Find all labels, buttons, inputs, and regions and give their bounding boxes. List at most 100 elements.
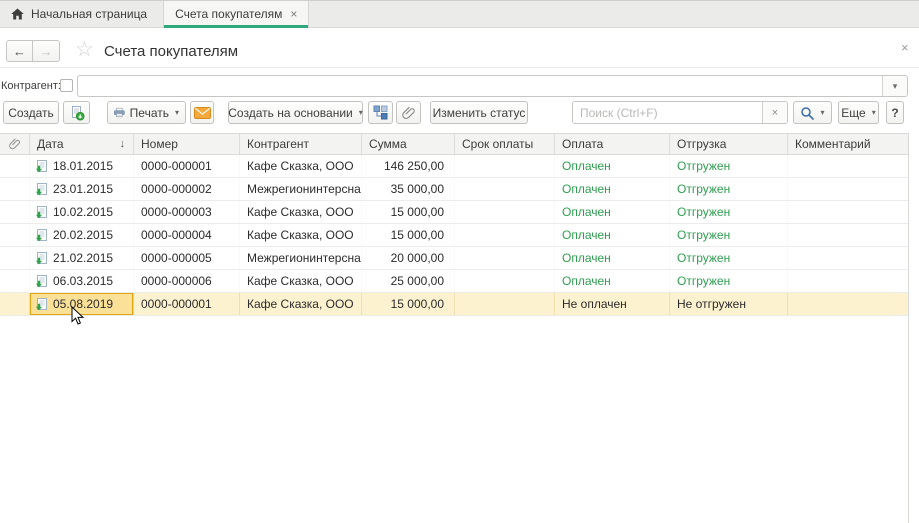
cell-attach[interactable]	[0, 270, 30, 292]
tab-close-icon[interactable]: ×	[290, 8, 297, 20]
cell-date[interactable]: 18.01.2015	[30, 155, 134, 177]
favorites-star-icon[interactable]: ☆	[75, 37, 94, 62]
cell-due[interactable]	[455, 201, 555, 223]
column-header-attachments[interactable]	[0, 134, 30, 154]
column-header-date[interactable]: Дата ↓	[30, 134, 134, 154]
cell-payment[interactable]: Оплачен	[555, 178, 670, 200]
cell-comment[interactable]	[788, 178, 908, 200]
counterparty-dropdown-button[interactable]: ▾	[882, 76, 907, 96]
cell-number[interactable]: 0000-000005	[134, 247, 240, 269]
table-row[interactable]: 10.02.20150000-000003Кафе Сказка, ООО15 …	[0, 201, 908, 224]
cell-date[interactable]: 10.02.2015	[30, 201, 134, 223]
tab-home[interactable]: Начальная страница	[0, 1, 158, 27]
cell-payment[interactable]: Оплачен	[555, 224, 670, 246]
cell-attach[interactable]	[0, 224, 30, 246]
cell-date[interactable]: 20.02.2015	[30, 224, 134, 246]
forward-button[interactable]: →	[33, 40, 60, 62]
cell-counterparty[interactable]: Кафе Сказка, ООО	[240, 155, 362, 177]
cell-due[interactable]	[455, 155, 555, 177]
cell-comment[interactable]	[788, 247, 908, 269]
cell-attach[interactable]	[0, 293, 30, 315]
cell-number[interactable]: 0000-000003	[134, 201, 240, 223]
cell-due[interactable]	[455, 293, 555, 315]
cell-counterparty[interactable]: Кафе Сказка, ООО	[240, 201, 362, 223]
copy-document-button[interactable]	[63, 101, 90, 124]
cell-amount[interactable]: 25 000,00	[362, 270, 455, 292]
column-header-comment[interactable]: Комментарий	[788, 134, 908, 154]
table-row[interactable]: 18.01.20150000-000001Кафе Сказка, ООО146…	[0, 155, 908, 178]
cell-number[interactable]: 0000-000004	[134, 224, 240, 246]
cell-amount[interactable]: 146 250,00	[362, 155, 455, 177]
cell-comment[interactable]	[788, 293, 908, 315]
cell-counterparty[interactable]: Кафе Сказка, ООО	[240, 293, 362, 315]
search-options-button[interactable]: ▾	[793, 101, 832, 124]
cell-counterparty[interactable]: Кафе Сказка, ООО	[240, 224, 362, 246]
back-button[interactable]: ←	[6, 40, 33, 62]
cell-number[interactable]: 0000-000002	[134, 178, 240, 200]
cell-amount[interactable]: 20 000,00	[362, 247, 455, 269]
cell-shipment[interactable]: Отгружен	[670, 224, 788, 246]
cell-shipment[interactable]: Отгружен	[670, 270, 788, 292]
table-row[interactable]: 05.08.20190000-000001Кафе Сказка, ООО15 …	[0, 293, 908, 316]
counterparty-filter-input[interactable]	[78, 76, 882, 96]
send-email-button[interactable]	[190, 101, 214, 124]
cell-date[interactable]: 06.03.2015	[30, 270, 134, 292]
form-close-icon[interactable]: ×	[901, 40, 909, 55]
change-status-button[interactable]: Изменить статус	[430, 101, 528, 124]
cell-attach[interactable]	[0, 247, 30, 269]
cell-amount[interactable]: 15 000,00	[362, 224, 455, 246]
cell-comment[interactable]	[788, 270, 908, 292]
print-button[interactable]: Печать ▾	[107, 101, 186, 124]
column-header-payment[interactable]: Оплата	[555, 134, 670, 154]
cell-date[interactable]: 21.02.2015	[30, 247, 134, 269]
table-row[interactable]: 23.01.20150000-000002Межрегионинтерсна..…	[0, 178, 908, 201]
cell-due[interactable]	[455, 247, 555, 269]
cell-counterparty[interactable]: Кафе Сказка, ООО	[240, 270, 362, 292]
column-header-amount[interactable]: Сумма	[362, 134, 455, 154]
cell-counterparty[interactable]: Межрегионинтерсна...	[240, 178, 362, 200]
cell-due[interactable]	[455, 270, 555, 292]
table-row[interactable]: 06.03.20150000-000006Кафе Сказка, ООО25 …	[0, 270, 908, 293]
cell-amount[interactable]: 15 000,00	[362, 201, 455, 223]
cell-attach[interactable]	[0, 178, 30, 200]
cell-payment[interactable]: Оплачен	[555, 201, 670, 223]
column-header-due-date[interactable]: Срок оплаты	[455, 134, 555, 154]
cell-shipment[interactable]: Не отгружен	[670, 293, 788, 315]
column-header-number[interactable]: Номер	[134, 134, 240, 154]
cell-date[interactable]: 23.01.2015	[30, 178, 134, 200]
cell-shipment[interactable]: Отгружен	[670, 247, 788, 269]
linked-documents-button[interactable]	[368, 101, 393, 124]
more-button[interactable]: Еще ▾	[838, 101, 879, 124]
cell-number[interactable]: 0000-000001	[134, 155, 240, 177]
cell-counterparty[interactable]: Межрегионинтерсна...	[240, 247, 362, 269]
cell-attach[interactable]	[0, 155, 30, 177]
cell-shipment[interactable]: Отгружен	[670, 178, 788, 200]
cell-shipment[interactable]: Отгружен	[670, 155, 788, 177]
table-row[interactable]: 21.02.20150000-000005Межрегионинтерсна..…	[0, 247, 908, 270]
cell-payment[interactable]: Оплачен	[555, 247, 670, 269]
cell-due[interactable]	[455, 224, 555, 246]
column-header-shipment[interactable]: Отгрузка	[670, 134, 788, 154]
help-button[interactable]: ?	[886, 101, 904, 124]
cell-shipment[interactable]: Отгружен	[670, 201, 788, 223]
cell-attach[interactable]	[0, 201, 30, 223]
table-row[interactable]: 20.02.20150000-000004Кафе Сказка, ООО15 …	[0, 224, 908, 247]
cell-amount[interactable]: 15 000,00	[362, 293, 455, 315]
search-clear-button[interactable]: ×	[762, 102, 787, 123]
search-input[interactable]	[573, 102, 762, 123]
tab-invoices[interactable]: Счета покупателям ×	[163, 1, 309, 27]
attachments-button[interactable]	[396, 101, 421, 124]
column-header-counterparty[interactable]: Контрагент	[240, 134, 362, 154]
cell-number[interactable]: 0000-000006	[134, 270, 240, 292]
cell-comment[interactable]	[788, 201, 908, 223]
cell-amount[interactable]: 35 000,00	[362, 178, 455, 200]
cell-payment[interactable]: Не оплачен	[555, 293, 670, 315]
cell-comment[interactable]	[788, 155, 908, 177]
cell-due[interactable]	[455, 178, 555, 200]
cell-payment[interactable]: Оплачен	[555, 155, 670, 177]
cell-number[interactable]: 0000-000001	[134, 293, 240, 315]
create-button[interactable]: Создать	[3, 101, 59, 124]
create-based-on-button[interactable]: Создать на основании ▾	[228, 101, 363, 124]
cell-payment[interactable]: Оплачен	[555, 270, 670, 292]
cell-comment[interactable]	[788, 224, 908, 246]
